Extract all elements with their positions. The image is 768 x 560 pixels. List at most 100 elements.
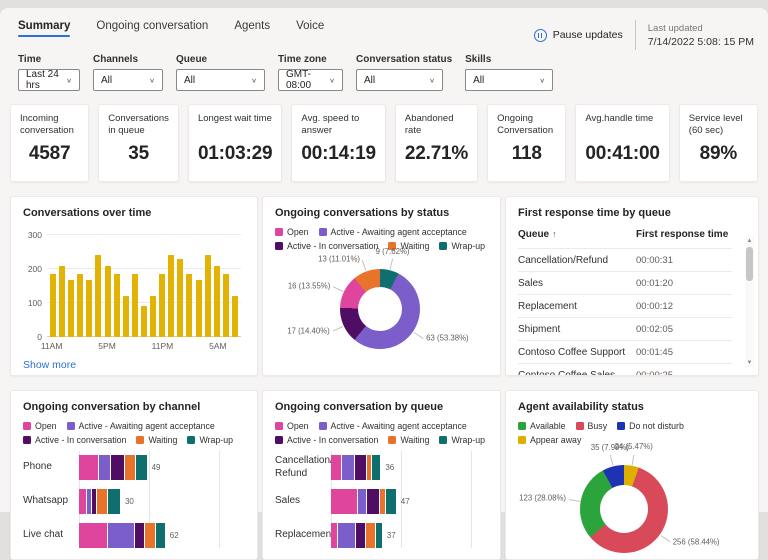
donut-slice-label: 17 (14.40%) bbox=[287, 326, 329, 335]
y-tick-label: 100 bbox=[28, 298, 42, 308]
table-row: Shipment00:02:05 bbox=[518, 317, 732, 340]
chevron-down-icon: ∨ bbox=[329, 76, 335, 83]
x-tick-label: 5AM bbox=[209, 341, 226, 351]
callout-line bbox=[610, 455, 614, 466]
tab-summary[interactable]: Summary bbox=[18, 20, 70, 40]
callout-line bbox=[362, 260, 367, 271]
column-queue[interactable]: Queue↑ bbox=[518, 229, 636, 240]
bar-segment bbox=[331, 455, 342, 480]
bar-segment bbox=[156, 523, 166, 548]
status-donut-chart: 9 (7.62%)63 (53.38%)17 (14.40%)16 (13.55… bbox=[275, 255, 488, 375]
kpi-label: Longest wait time bbox=[198, 113, 272, 125]
legend-item: Appear away bbox=[518, 435, 581, 445]
legend: OpenActive - Awaiting agent acceptanceAc… bbox=[275, 421, 488, 445]
legend-label: Wrap-up bbox=[451, 241, 485, 251]
bar-segment bbox=[386, 489, 397, 514]
bar-segment bbox=[136, 455, 147, 480]
legend-label: Do not disturb bbox=[629, 421, 684, 431]
bar bbox=[123, 296, 129, 337]
legend-label: Active - Awaiting agent acceptance bbox=[331, 227, 467, 237]
scroll-down-icon[interactable]: ▼ bbox=[747, 359, 753, 367]
legend-swatch bbox=[275, 228, 283, 236]
filter-select-skills[interactable]: All∨ bbox=[465, 69, 553, 91]
filter-channels: ChannelsAll∨ bbox=[93, 54, 163, 91]
legend-label: Busy bbox=[588, 421, 608, 431]
category-label: Phone bbox=[23, 461, 79, 474]
last-updated-value: 7/14/2022 5:08: 15 PM bbox=[648, 36, 754, 48]
bar-segment bbox=[331, 489, 358, 514]
table-scrollbar[interactable]: ▲ ▼ bbox=[745, 237, 754, 367]
legend-swatch bbox=[23, 422, 31, 430]
donut-hole bbox=[600, 485, 648, 533]
topbar-right: Pause updates Last updated 7/14/2022 5:0… bbox=[534, 20, 754, 50]
legend-label: Waiting bbox=[400, 435, 429, 445]
legend-item: Active - Awaiting agent acceptance bbox=[319, 421, 467, 431]
kpi-card: Longest wait time01:03:29 bbox=[188, 104, 282, 182]
kpi-value: 22.71% bbox=[405, 143, 468, 165]
show-more-link[interactable]: Show more bbox=[23, 359, 76, 371]
callout-line bbox=[333, 286, 343, 292]
filter-select-conversation-status[interactable]: All∨ bbox=[356, 69, 443, 91]
bar bbox=[86, 280, 92, 337]
filter-select-channels[interactable]: All∨ bbox=[93, 69, 163, 91]
filter-select-time-zone[interactable]: GMT-08:00∨ bbox=[278, 69, 343, 91]
filter-select-time[interactable]: Last 24 hrs∨ bbox=[18, 69, 80, 91]
legend-swatch bbox=[439, 436, 447, 444]
legend: OpenActive - Awaiting agent acceptanceAc… bbox=[23, 421, 245, 445]
tab-agents[interactable]: Agents bbox=[234, 20, 270, 40]
kpi-label: Service level (60 sec) bbox=[689, 113, 748, 138]
legend-label: Wrap-up bbox=[199, 435, 233, 445]
last-updated-label: Last updated bbox=[648, 23, 754, 34]
filter-select-queue[interactable]: All∨ bbox=[176, 69, 265, 91]
total-label: 36 bbox=[385, 463, 394, 472]
kpi-value: 00:14:19 bbox=[301, 143, 375, 165]
bar bbox=[214, 266, 220, 337]
tab-voice[interactable]: Voice bbox=[296, 20, 324, 40]
callout-line bbox=[661, 535, 671, 542]
legend-item: Wrap-up bbox=[187, 435, 233, 445]
total-label: 37 bbox=[387, 531, 396, 540]
stacked-bar-row: Phone49 bbox=[23, 455, 245, 480]
first-response-time-value: 00:01:45 bbox=[636, 347, 673, 358]
legend-label: Active - In conversation bbox=[287, 241, 378, 251]
charts-row-2: Ongoing conversation by channel OpenActi… bbox=[10, 390, 758, 560]
queue-name: Contoso Coffee Sales bbox=[518, 370, 636, 377]
chevron-down-icon: ∨ bbox=[66, 76, 72, 83]
total-label: 30 bbox=[125, 497, 134, 506]
legend-item: Wrap-up bbox=[439, 435, 485, 445]
donut-hole bbox=[358, 287, 402, 331]
filter-label: Time zone bbox=[278, 54, 343, 65]
bar bbox=[141, 306, 147, 337]
card-conversation-by-queue: Ongoing conversation by queue OpenActive… bbox=[262, 390, 501, 560]
bar bbox=[205, 255, 211, 337]
kpi-label: Avg. speed to answer bbox=[301, 113, 375, 138]
column-first-response-time[interactable]: First response time bbox=[636, 229, 728, 240]
kpi-card: Conversations in queue35 bbox=[98, 104, 179, 182]
callout-line bbox=[389, 259, 393, 270]
callout-line bbox=[332, 326, 342, 331]
stacked-bar-row: Cancellation/ Refund36 bbox=[275, 455, 488, 480]
tab-ongoing-conversation[interactable]: Ongoing conversation bbox=[96, 20, 208, 40]
bar-segment bbox=[372, 455, 382, 480]
filter-conversation-status: Conversation statusAll∨ bbox=[356, 54, 452, 91]
filter-label: Time bbox=[18, 54, 80, 65]
bar-segment bbox=[358, 489, 368, 514]
legend-item: Active - In conversation bbox=[275, 435, 378, 445]
pause-icon bbox=[534, 29, 547, 42]
bar bbox=[177, 259, 183, 337]
bar bbox=[77, 274, 83, 337]
donut-slice-label: 13 (11.01%) bbox=[318, 255, 360, 264]
bar-segment bbox=[99, 455, 112, 480]
scrollbar-thumb[interactable] bbox=[746, 247, 753, 281]
chart-title: Ongoing conversation by queue bbox=[275, 401, 488, 413]
selected-value: GMT-08:00 bbox=[286, 69, 329, 91]
stacked-bar-row: Whatsapp30 bbox=[23, 489, 245, 514]
conversations-over-time-chart: 010020030011AM5PM11PM5AM bbox=[23, 231, 245, 353]
scroll-up-icon[interactable]: ▲ bbox=[747, 237, 753, 245]
pause-updates-button[interactable]: Pause updates bbox=[534, 29, 623, 42]
chart-title: Agent availability status bbox=[518, 401, 746, 413]
bar-segment bbox=[108, 523, 135, 548]
selected-value: All bbox=[473, 75, 484, 86]
chart-title: Ongoing conversations by status bbox=[275, 207, 488, 219]
bar-segment bbox=[79, 523, 108, 548]
